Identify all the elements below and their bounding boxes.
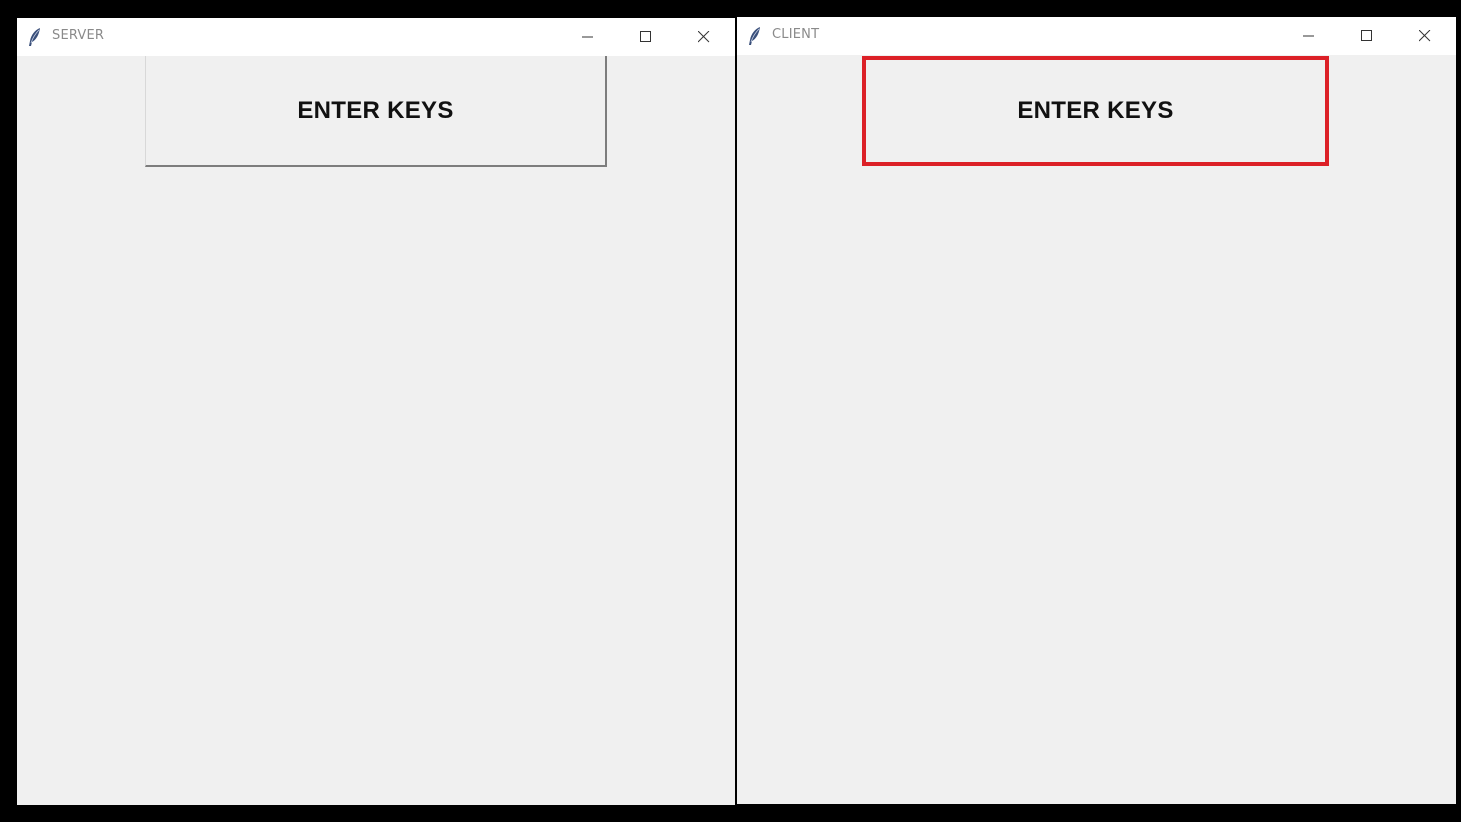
- server-titlebar[interactable]: SERVER: [17, 18, 735, 56]
- client-titlebar[interactable]: CLIENT: [737, 17, 1456, 55]
- server-maximize-button[interactable]: [623, 18, 669, 56]
- client-enter-keys-button[interactable]: ENTER KEYS: [862, 56, 1329, 166]
- maximize-icon: [1361, 30, 1372, 41]
- server-close-button[interactable]: [681, 18, 727, 56]
- server-window: SERVER ENTER KEYS: [17, 18, 735, 805]
- server-enter-keys-button[interactable]: ENTER KEYS: [145, 56, 607, 167]
- server-minimize-button[interactable]: [565, 18, 611, 56]
- close-icon: [698, 31, 710, 43]
- close-icon: [1419, 30, 1431, 42]
- client-content-area: ENTER KEYS: [737, 55, 1456, 804]
- maximize-icon: [640, 31, 651, 42]
- server-content-area: ENTER KEYS: [17, 56, 735, 805]
- minimize-icon: [582, 36, 593, 38]
- client-maximize-button[interactable]: [1344, 17, 1390, 55]
- tk-feather-icon: [747, 26, 763, 46]
- server-window-title: SERVER: [52, 28, 105, 43]
- minimize-icon: [1303, 35, 1314, 37]
- client-close-button[interactable]: [1402, 17, 1448, 55]
- desktop: SERVER ENTER KEYS CLIENT ENTER KEYS: [0, 0, 1461, 822]
- client-window-title: CLIENT: [772, 27, 820, 42]
- client-minimize-button[interactable]: [1286, 17, 1332, 55]
- client-window: CLIENT ENTER KEYS: [737, 17, 1456, 804]
- tk-feather-icon: [27, 27, 43, 47]
